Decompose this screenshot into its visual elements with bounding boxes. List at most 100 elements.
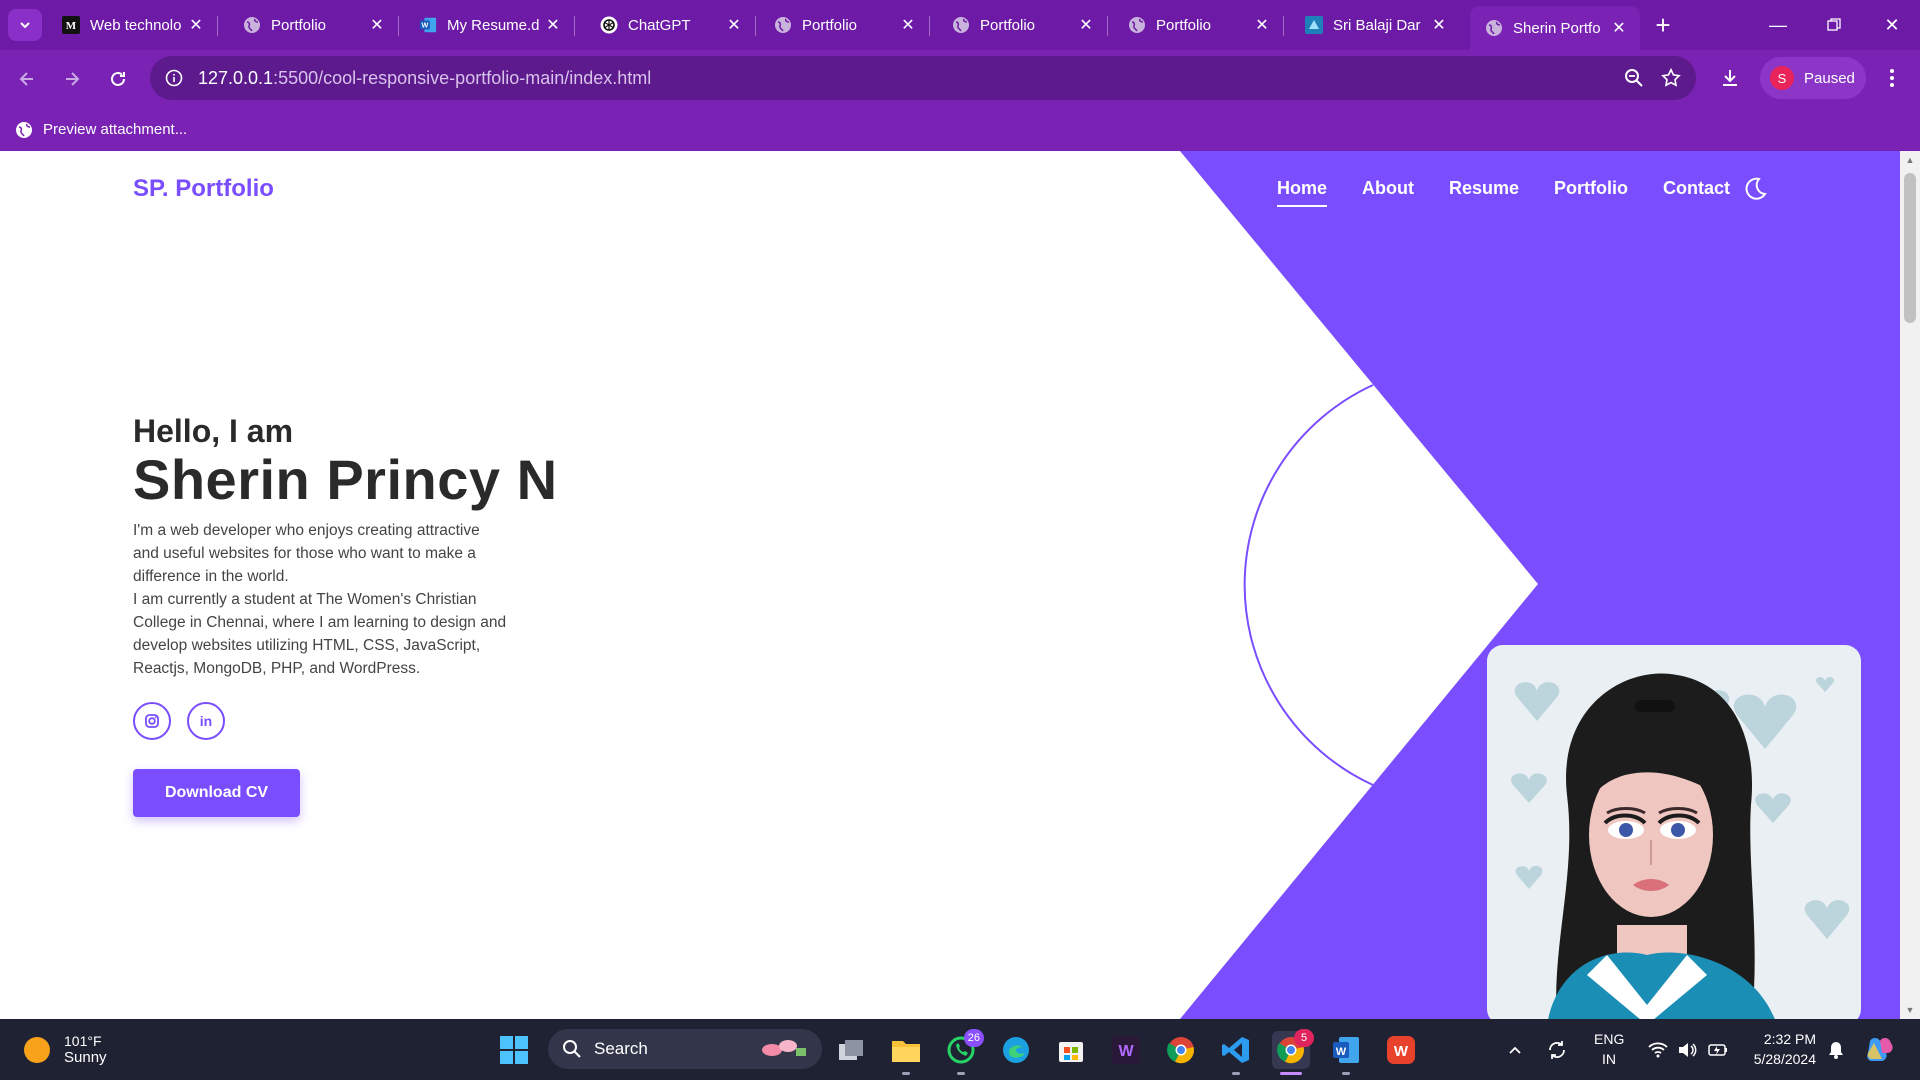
browser-tab[interactable]: Portfolio ✕ — [937, 6, 1108, 44]
download-cv-button[interactable]: Download CV — [133, 769, 300, 817]
hero-greeting: Hello, I am — [133, 413, 294, 449]
wps-button[interactable]: W — [1382, 1031, 1420, 1069]
scrollbar-thumb[interactable] — [1904, 173, 1916, 323]
site-logo[interactable]: SP. Portfolio — [133, 175, 274, 203]
site-info-icon[interactable] — [164, 68, 184, 88]
menu-button[interactable] — [1880, 64, 1904, 92]
url-text[interactable]: 127.0.0.1:5500/cool-responsive-portfolio… — [198, 68, 651, 89]
browser-tab[interactable]: ChatGPT ✕ — [585, 6, 756, 44]
browser-tab[interactable]: Portfolio ✕ — [759, 6, 930, 44]
windows-logo-icon — [500, 1036, 528, 1064]
tab-close-icon[interactable]: ✕ — [1075, 14, 1097, 36]
tab-search-button[interactable] — [8, 9, 42, 41]
tab-strip: M Web technolo ✕ Portfolio ✕ W My Resume.d ✕ Cha… — [0, 0, 1920, 50]
url-host: 127.0.0.1 — [198, 67, 274, 88]
running-indicator — [902, 1072, 910, 1075]
hero-name: Sherin Princy N — [133, 448, 558, 511]
word-button[interactable]: W — [1327, 1031, 1365, 1075]
back-button[interactable] — [12, 64, 42, 94]
arrow-right-icon — [66, 72, 80, 86]
whatsapp-badge: 26 — [963, 1029, 984, 1047]
running-indicator — [1232, 1072, 1240, 1075]
browser-tab[interactable]: Sherin Portfo ✕ — [1470, 6, 1640, 50]
tab-close-icon[interactable]: ✕ — [542, 14, 564, 36]
profile-button[interactable]: S Paused — [1760, 57, 1866, 99]
store-button[interactable] — [1052, 1031, 1090, 1069]
svg-text:W: W — [421, 21, 428, 30]
tab-close-icon[interactable]: ✕ — [1251, 14, 1273, 36]
taskbar-search[interactable]: Search — [548, 1029, 822, 1069]
nav-home[interactable]: Home — [1277, 178, 1328, 207]
description-line: I am currently a student at The Women's … — [133, 591, 477, 608]
tab-title: ChatGPT — [628, 16, 691, 34]
bookmark-star-icon[interactable] — [1660, 67, 1682, 89]
browser-tab[interactable]: M Web technolo ✕ — [47, 6, 218, 44]
notifications-button[interactable] — [1824, 1031, 1848, 1069]
cartoon-avatar-illustration — [1511, 673, 1850, 1019]
nav-contact[interactable]: Contact — [1663, 178, 1730, 199]
globe-icon — [1485, 19, 1503, 37]
chrome-profile-button[interactable]: 5 — [1272, 1029, 1314, 1075]
app-w-button[interactable]: W — [1107, 1031, 1145, 1069]
folder-icon — [892, 1041, 920, 1062]
tray-overflow-button[interactable] — [1502, 1031, 1528, 1069]
chrome-button[interactable] — [1162, 1031, 1200, 1069]
clock-time: 2:32 PM — [1763, 1031, 1816, 1047]
system-clock[interactable]: 2:32 PM 5/28/2024 — [1748, 1029, 1816, 1069]
tab-title: Portfolio — [1156, 16, 1212, 34]
tab-separator — [574, 16, 575, 36]
reload-button[interactable] — [103, 64, 133, 94]
close-window-button[interactable]: ✕ — [1878, 12, 1906, 38]
page-scrollbar[interactable]: ▲ ▼ — [1900, 151, 1920, 1019]
nav-portfolio[interactable]: Portfolio — [1554, 178, 1628, 199]
tab-close-icon[interactable]: ✕ — [185, 14, 207, 36]
minimize-button[interactable]: — — [1764, 12, 1792, 38]
browser-tab[interactable]: W My Resume.d ✕ — [404, 6, 575, 44]
tab-close-icon[interactable]: ✕ — [1428, 14, 1450, 36]
linkedin-button[interactable]: in — [187, 702, 225, 740]
tab-close-icon[interactable]: ✕ — [897, 14, 919, 36]
copilot-button[interactable] — [1860, 1031, 1900, 1069]
chrome-badge: 5 — [1294, 1029, 1314, 1047]
running-indicator — [957, 1072, 965, 1075]
new-tab-button[interactable]: + — [1648, 10, 1678, 40]
file-explorer-button[interactable] — [887, 1031, 925, 1075]
task-view-icon — [839, 1040, 863, 1060]
task-view-button[interactable] — [832, 1031, 870, 1069]
instagram-icon — [145, 714, 159, 728]
quick-settings-button[interactable] — [1638, 1031, 1738, 1069]
description-line: College in Chennai, where I am learning … — [133, 614, 507, 631]
scroll-up-icon[interactable]: ▲ — [1905, 155, 1915, 165]
dark-mode-toggle-icon[interactable] — [1742, 176, 1768, 202]
tab-close-icon[interactable]: ✕ — [1608, 17, 1630, 39]
weather-widget[interactable]: 101°F Sunny — [24, 1033, 107, 1066]
page-viewport: SP. Portfolio Home About Resume Portfoli… — [0, 151, 1920, 1019]
arrow-left-icon — [19, 72, 33, 86]
nav-about[interactable]: About — [1362, 178, 1414, 199]
whatsapp-button[interactable]: 26 — [942, 1029, 984, 1075]
globe-icon — [952, 16, 970, 34]
tab-close-icon[interactable]: ✕ — [723, 14, 745, 36]
start-button[interactable] — [495, 1031, 533, 1069]
zoom-icon[interactable] — [1624, 68, 1644, 88]
nav-resume[interactable]: Resume — [1449, 178, 1519, 199]
url-path: :5500/cool-responsive-portfolio-main/ind… — [273, 67, 652, 88]
instagram-button[interactable] — [133, 702, 171, 740]
battery-icon — [1708, 1044, 1727, 1056]
bookmark-preview-attachment[interactable]: Preview attachment... — [15, 121, 187, 139]
chrome-icon — [1167, 1037, 1194, 1064]
sync-button[interactable] — [1542, 1031, 1572, 1069]
edge-button[interactable] — [997, 1031, 1035, 1069]
restore-button[interactable] — [1820, 12, 1848, 38]
browser-tab[interactable]: Portfolio ✕ — [1113, 6, 1284, 44]
scroll-down-icon[interactable]: ▼ — [1905, 1005, 1915, 1015]
browser-tab[interactable]: Portfolio ✕ — [228, 6, 399, 44]
forward-button[interactable] — [57, 64, 87, 94]
address-bar[interactable]: 127.0.0.1:5500/cool-responsive-portfolio… — [150, 56, 1696, 100]
tab-close-icon[interactable]: ✕ — [366, 14, 388, 36]
language-indicator[interactable]: ENG IN — [1594, 1029, 1624, 1069]
browser-tab[interactable]: Sri Balaji Dar ✕ — [1290, 6, 1460, 44]
downloads-button[interactable] — [1716, 64, 1744, 92]
vscode-button[interactable] — [1217, 1031, 1255, 1075]
edge-icon — [1003, 1037, 1029, 1063]
